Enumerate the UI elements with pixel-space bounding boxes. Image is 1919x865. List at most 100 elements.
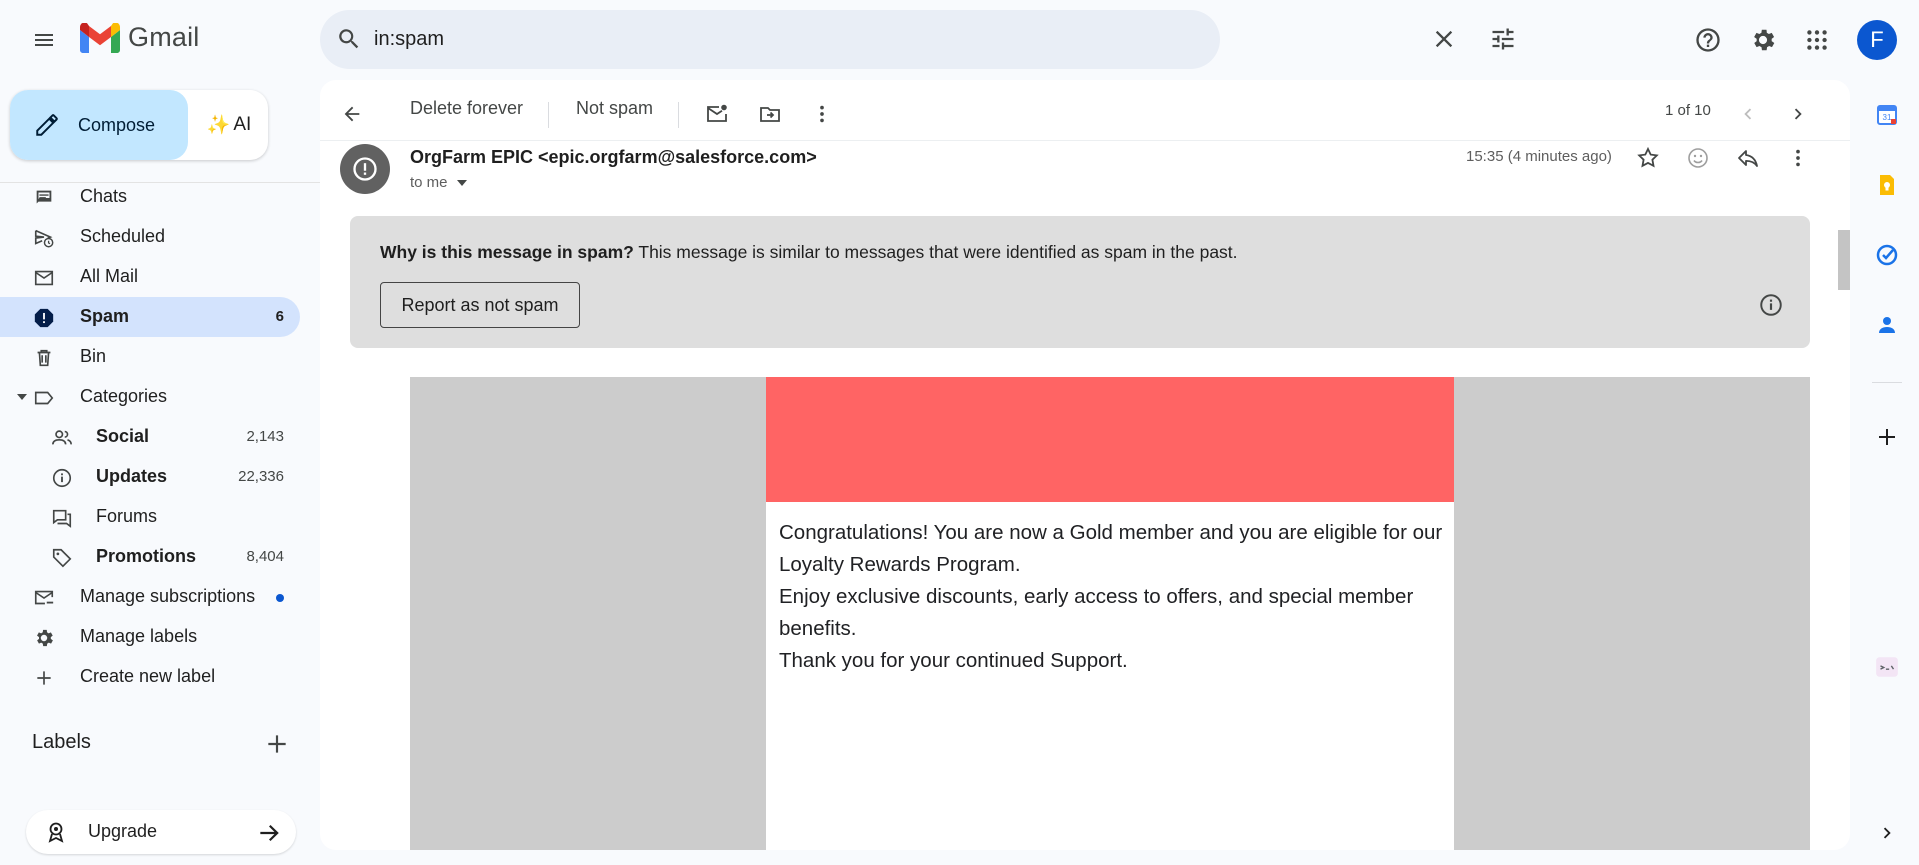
spam-why-text: This message is similar to messages that… bbox=[633, 242, 1238, 262]
move-folder-icon bbox=[760, 107, 780, 122]
sparkle-icon: ✨ bbox=[206, 115, 231, 136]
contacts-app-button[interactable] bbox=[1870, 308, 1904, 342]
account-avatar[interactable]: F bbox=[1857, 20, 1897, 60]
newer-button[interactable] bbox=[1732, 98, 1764, 130]
rail-divider bbox=[1872, 382, 1902, 383]
sender-avatar[interactable] bbox=[340, 144, 390, 194]
sidebar-item-create-label[interactable]: Create new label bbox=[0, 657, 300, 697]
more-actions-button[interactable] bbox=[806, 98, 838, 130]
sidebar-item-label: Social bbox=[96, 426, 150, 446]
clear-search-icon[interactable] bbox=[1430, 25, 1458, 53]
ai-button[interactable]: ✨ AI bbox=[198, 98, 260, 152]
upgrade-button[interactable]: Upgrade bbox=[26, 810, 296, 854]
show-side-panel-button[interactable] bbox=[1870, 816, 1904, 850]
apps-button[interactable] bbox=[1797, 20, 1837, 60]
settings-button[interactable] bbox=[1743, 20, 1783, 60]
sidebar-item-label: Manage subscriptions bbox=[80, 586, 256, 606]
tasks-icon bbox=[1876, 244, 1898, 266]
sidebar-item-categories[interactable]: Categories bbox=[0, 377, 300, 417]
arrow-right-icon bbox=[256, 820, 282, 846]
sidebar-item-label: Create new label bbox=[80, 666, 216, 686]
calendar-app-button[interactable]: 31 bbox=[1870, 98, 1904, 132]
not-spam-button[interactable]: Not spam bbox=[576, 98, 653, 119]
sidebar-item-forums[interactable]: Forums bbox=[0, 497, 300, 537]
mark-unread-button[interactable] bbox=[701, 98, 733, 130]
sidebar-item-bin[interactable]: Bin bbox=[0, 337, 300, 377]
sidebar-item-spam[interactable]: Spam 6 bbox=[0, 297, 300, 337]
award-icon bbox=[44, 820, 68, 844]
plus-icon bbox=[32, 666, 56, 690]
spam-warning-banner: Why is this message in spam? This messag… bbox=[350, 216, 1810, 348]
apps-grid-icon bbox=[1807, 30, 1827, 50]
report-not-spam-button[interactable]: Report as not spam bbox=[380, 282, 580, 328]
main-menu-button[interactable] bbox=[22, 18, 66, 62]
older-button[interactable] bbox=[1782, 98, 1814, 130]
unread-count: 6 bbox=[275, 308, 284, 325]
email-header-banner bbox=[766, 377, 1454, 502]
reply-button[interactable] bbox=[1732, 142, 1764, 174]
sidebar-item-social[interactable]: Social 2,143 bbox=[0, 417, 300, 457]
recipient-details[interactable]: to me bbox=[410, 174, 468, 191]
compose-label: Compose bbox=[78, 114, 156, 135]
gear-icon bbox=[32, 626, 56, 650]
expand-caret-icon[interactable] bbox=[16, 391, 28, 403]
add-on-button[interactable] bbox=[1870, 650, 1904, 684]
search-input[interactable] bbox=[374, 22, 1074, 56]
more-vert-icon bbox=[820, 105, 824, 123]
create-label-button[interactable] bbox=[264, 731, 290, 757]
unread-count: 2,143 bbox=[246, 428, 284, 445]
delete-forever-button[interactable]: Delete forever bbox=[410, 98, 523, 119]
gmail-logo[interactable]: Gmail bbox=[80, 22, 200, 53]
sidebar-item-updates[interactable]: Updates 22,336 bbox=[0, 457, 300, 497]
unread-count: 22,336 bbox=[238, 468, 284, 485]
search-options-icon[interactable] bbox=[1489, 25, 1517, 53]
compose-button[interactable]: Compose bbox=[10, 90, 188, 160]
email-line: Enjoy exclusive discounts, early access … bbox=[779, 585, 1414, 640]
search-bar[interactable] bbox=[320, 10, 1514, 69]
move-to-button[interactable] bbox=[754, 98, 786, 130]
sidebar-item-label: Forums bbox=[96, 506, 158, 526]
arrow-left-icon bbox=[344, 106, 360, 122]
calendar-icon: 31 bbox=[1877, 105, 1897, 125]
back-button[interactable] bbox=[336, 98, 368, 130]
help-icon bbox=[1696, 28, 1720, 52]
star-button[interactable] bbox=[1632, 142, 1664, 174]
info-icon[interactable] bbox=[1758, 292, 1784, 318]
scrollbar-thumb[interactable] bbox=[1838, 230, 1850, 290]
spam-why-heading: Why is this message in spam? bbox=[380, 242, 634, 262]
add-reaction-button[interactable] bbox=[1682, 142, 1714, 174]
people-icon bbox=[50, 426, 74, 450]
message-time: 15:35 (4 minutes ago) bbox=[1466, 148, 1612, 165]
get-add-ons-button[interactable] bbox=[1870, 420, 1904, 454]
chevron-right-icon bbox=[1794, 108, 1802, 120]
toolbar-divider-line bbox=[320, 140, 1850, 141]
mark-unread-icon bbox=[707, 104, 727, 122]
tasks-app-button[interactable] bbox=[1870, 238, 1904, 272]
sidebar-item-label: Spam bbox=[80, 306, 130, 326]
addon-icon bbox=[1876, 657, 1898, 677]
plus-icon bbox=[268, 735, 286, 753]
sidebar-item-promotions[interactable]: Promotions 8,404 bbox=[0, 537, 300, 577]
message-more-button[interactable] bbox=[1782, 142, 1814, 174]
forum-icon bbox=[50, 506, 74, 530]
star-icon bbox=[1637, 146, 1659, 168]
sidebar-item-label: Manage labels bbox=[80, 626, 198, 646]
sender-name[interactable]: OrgFarm EPIC <epic.orgfarm@salesforce.co… bbox=[410, 147, 817, 168]
support-button[interactable] bbox=[1688, 20, 1728, 60]
sidebar-item-chats[interactable]: Chats bbox=[0, 177, 300, 217]
notification-dot bbox=[276, 594, 284, 602]
sidebar-item-label: Chats bbox=[80, 186, 128, 206]
sidebar-item-label: Bin bbox=[80, 346, 107, 366]
sidebar-item-label: Updates bbox=[96, 466, 168, 486]
keep-app-button[interactable] bbox=[1870, 168, 1904, 202]
chevron-left-icon bbox=[1744, 108, 1752, 120]
sidebar-item-manage-subscriptions[interactable]: Manage subscriptions bbox=[0, 577, 300, 617]
pencil-icon bbox=[36, 114, 58, 136]
sidebar-item-all-mail[interactable]: All Mail bbox=[0, 257, 300, 297]
chat-icon bbox=[32, 186, 56, 210]
chevron-right-icon bbox=[1883, 827, 1891, 839]
svg-text:31: 31 bbox=[1883, 113, 1892, 122]
sidebar-item-scheduled[interactable]: Scheduled bbox=[0, 217, 300, 257]
sidebar-item-manage-labels[interactable]: Manage labels bbox=[0, 617, 300, 657]
search-icon[interactable] bbox=[336, 26, 362, 52]
